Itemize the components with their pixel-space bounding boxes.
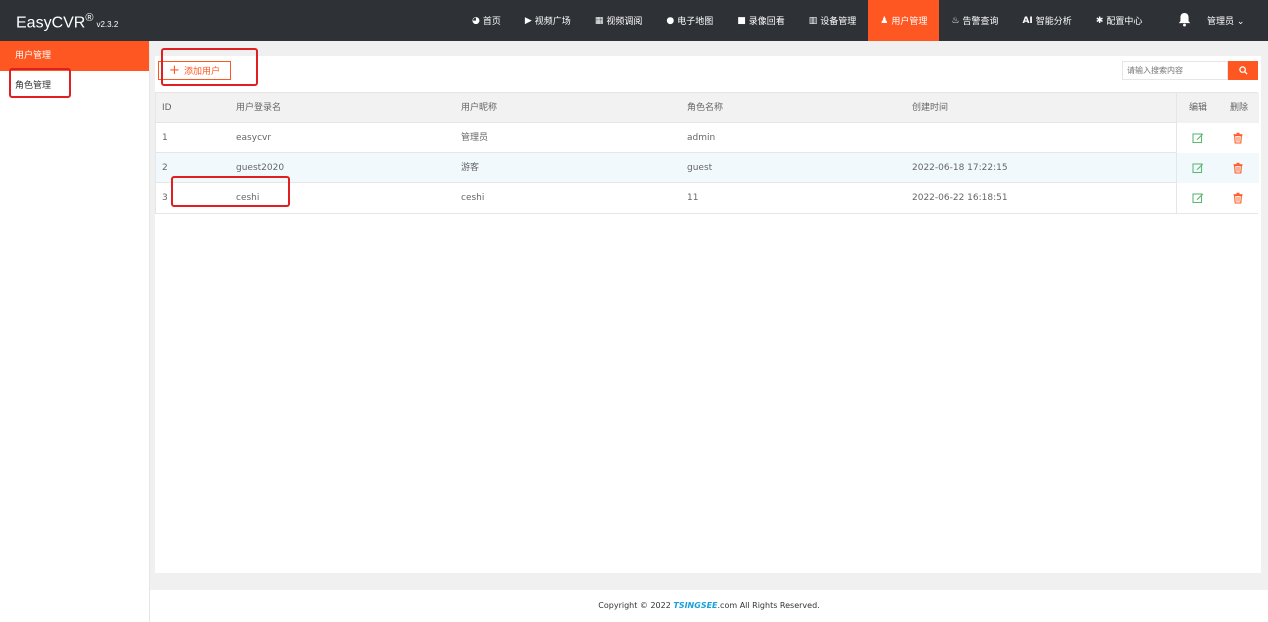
- annotation-box-login-ceshi: [171, 176, 290, 207]
- grid-icon: ▦: [594, 15, 604, 26]
- nav-item-playback[interactable]: ■ 录像回看: [725, 0, 797, 41]
- header-created[interactable]: 创建时间: [912, 93, 948, 123]
- nav-item-label: 视频调阅: [606, 17, 643, 27]
- footer-suffix: .com All Rights Reserved.: [717, 601, 820, 610]
- cell-id: 1: [162, 133, 168, 143]
- cell-nickname: 游客: [461, 163, 480, 173]
- cell-id: 3: [162, 193, 168, 203]
- alarm-icon: ♨: [951, 15, 960, 26]
- chevron-down-icon: ⌄: [1236, 17, 1245, 27]
- map-pin-icon: ●: [666, 15, 675, 26]
- cell-role: 11: [687, 193, 699, 203]
- footer: Copyright © 2022 TSINGSEE.com All Rights…: [150, 590, 1268, 622]
- nav-item-label: 用户管理: [891, 17, 928, 27]
- row-actions: [1176, 123, 1259, 153]
- nav-item-users[interactable]: ♟ 用户管理: [868, 0, 940, 41]
- cell-created: 2022-06-22 16:18:51: [912, 193, 1008, 203]
- table-row[interactable]: 1 easycvr 管理员 admin: [156, 123, 1259, 153]
- trademark-mark: ®: [85, 12, 94, 24]
- dashboard-icon: ◕: [472, 15, 480, 26]
- annotation-box-role-menu: [9, 68, 71, 98]
- nav-item-ai[interactable]: AI 智能分析: [1010, 0, 1083, 41]
- app-version: v2.3.2: [96, 20, 119, 30]
- main-nav: ◕ 首页 ▶ 视频广场 ▦ 视频调阅 ● 电子地图 ■ 录像回看 ▥ 设备管理 ♟ 用户管理 …: [460, 0, 1154, 41]
- table-row[interactable]: 3 ceshi ceshi 11 2022-06-22 16:18:51: [156, 183, 1259, 213]
- search-input[interactable]: [1122, 61, 1228, 80]
- nav-item-video-view[interactable]: ▦ 视频调阅: [583, 0, 655, 41]
- app-title: EasyCVR: [16, 14, 86, 32]
- cell-nickname: 管理员: [461, 133, 489, 143]
- sidebar-item-label: 用户管理: [15, 51, 52, 61]
- bell-icon[interactable]: [1178, 12, 1191, 27]
- header-delete: 删除: [1230, 103, 1249, 113]
- trash-icon[interactable]: [1232, 192, 1244, 204]
- nav-item-label: 电子地图: [677, 17, 714, 27]
- ai-icon: AI: [1022, 15, 1033, 26]
- nav-item-label: 设备管理: [820, 17, 857, 27]
- user-panel: + 添加用户 ID 用户登录名 用户昵称 角色名称 创建时间 编辑 删除: [155, 56, 1261, 573]
- edit-icon[interactable]: [1192, 132, 1204, 144]
- trash-icon[interactable]: [1232, 162, 1244, 174]
- row-actions: [1176, 153, 1259, 183]
- device-icon: ▥: [808, 15, 818, 26]
- cell-login: easycvr: [236, 133, 272, 143]
- sidebar-item-users[interactable]: 用户管理: [0, 41, 149, 71]
- user-name: 管理员: [1207, 17, 1235, 27]
- nav-item-config[interactable]: ✱ 配置中心: [1084, 0, 1155, 41]
- search-icon: [1238, 66, 1248, 75]
- play-circle-icon: ▶: [524, 15, 532, 26]
- user-menu[interactable]: 管理员 ⌄: [1207, 14, 1244, 27]
- nav-item-alarms[interactable]: ♨ 告警查询: [939, 0, 1010, 41]
- nav-item-home[interactable]: ◕ 首页: [460, 0, 513, 41]
- cell-created: 2022-06-18 17:22:15: [912, 163, 1008, 173]
- header-role[interactable]: 角色名称: [687, 93, 723, 123]
- nav-item-map[interactable]: ● 电子地图: [654, 0, 725, 41]
- nav-item-label: 配置中心: [1106, 17, 1143, 27]
- nav-item-video-square[interactable]: ▶ 视频广场: [513, 0, 583, 41]
- cell-role: guest: [687, 163, 713, 173]
- nav-item-label: 视频广场: [534, 17, 571, 27]
- edit-icon[interactable]: [1192, 162, 1204, 174]
- cell-id: 2: [162, 163, 168, 173]
- nav-item-label: 智能分析: [1035, 17, 1072, 27]
- header-id[interactable]: ID: [162, 93, 172, 123]
- header-login[interactable]: 用户登录名: [236, 93, 281, 123]
- row-actions: [1176, 183, 1259, 213]
- table-row[interactable]: 2 guest2020 游客 guest 2022-06-18 17:22:15: [156, 153, 1259, 183]
- footer-prefix: Copyright © 2022: [598, 601, 674, 610]
- header-nickname[interactable]: 用户昵称: [461, 93, 497, 123]
- header-edit: 编辑: [1189, 103, 1208, 113]
- gear-icon: ✱: [1095, 15, 1104, 26]
- table-header-row: ID 用户登录名 用户昵称 角色名称 创建时间 编辑 删除: [156, 93, 1259, 123]
- main-content: + 添加用户 ID 用户登录名 用户昵称 角色名称 创建时间 编辑 删除: [152, 41, 1268, 622]
- app-logo[interactable]: EasyCVR®v2.3.2: [16, 12, 118, 32]
- user-icon: ♟: [880, 15, 889, 26]
- nav-item-devices[interactable]: ▥ 设备管理: [797, 0, 869, 41]
- footer-brand-logo[interactable]: TSINGSEE: [673, 601, 717, 610]
- nav-item-label: 录像回看: [748, 17, 785, 27]
- annotation-box-add-user: [161, 48, 258, 86]
- search-button[interactable]: [1228, 61, 1258, 80]
- nav-item-label: 首页: [482, 17, 501, 27]
- trash-icon[interactable]: [1232, 132, 1244, 144]
- cell-nickname: ceshi: [461, 193, 485, 203]
- video-camera-icon: ■: [737, 15, 746, 26]
- cell-role: admin: [687, 133, 716, 143]
- sidebar: 用户管理 角色管理: [0, 41, 150, 622]
- nav-item-label: 告警查询: [962, 17, 999, 27]
- action-header: 编辑 删除: [1176, 93, 1259, 123]
- edit-icon[interactable]: [1192, 192, 1204, 204]
- top-nav-bar: EasyCVR®v2.3.2 ◕ 首页 ▶ 视频广场 ▦ 视频调阅 ● 电子地图 ■ 录像…: [0, 0, 1268, 41]
- users-table: ID 用户登录名 用户昵称 角色名称 创建时间 编辑 删除 1 easycvr …: [155, 92, 1259, 214]
